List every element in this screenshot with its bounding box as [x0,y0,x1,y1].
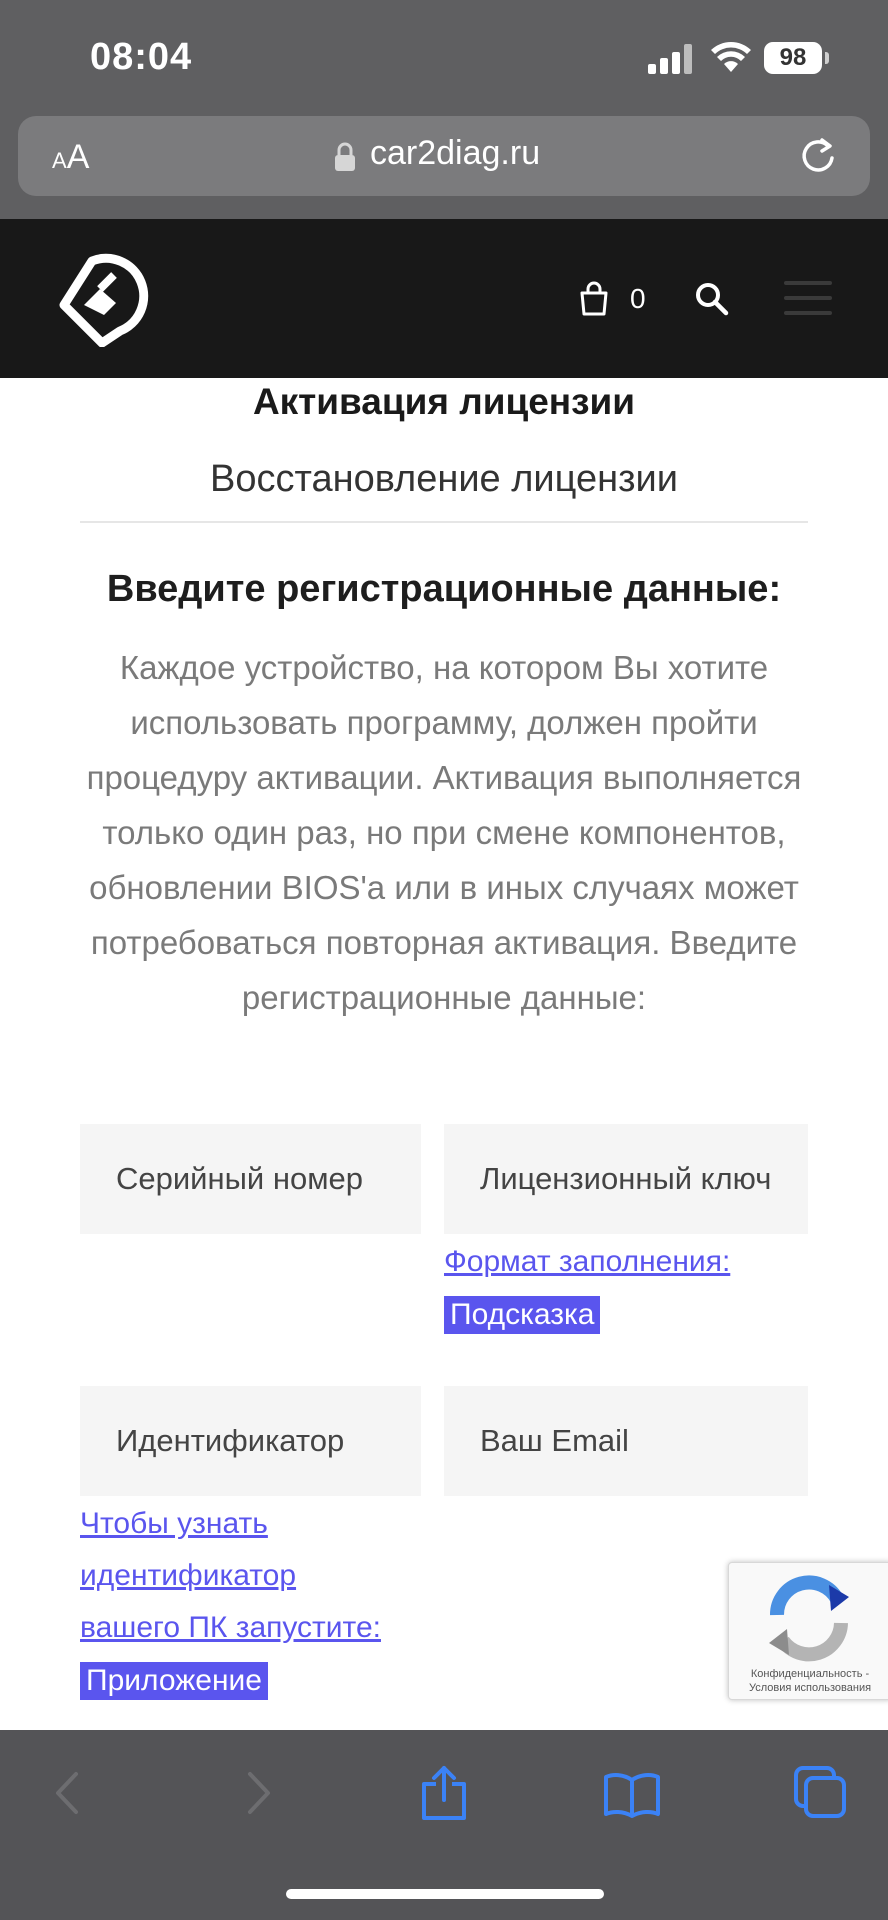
activation-description: Каждое устройство, на котором Вы хотите … [86,649,802,1016]
recaptcha-terms[interactable]: Условия использования [729,1681,888,1695]
hint-link[interactable]: Подсказка [444,1296,601,1334]
license-key-field[interactable]: Лицензионный ключ [444,1124,808,1234]
cart-icon[interactable] [578,281,610,317]
serial-number-field[interactable]: Серийный номер [80,1124,421,1234]
battery-icon: 98 [764,42,822,74]
tabs-icon[interactable] [794,1766,848,1818]
identifier-help-line3[interactable]: вашего ПК запустите: [80,1602,381,1654]
home-indicator [286,1889,604,1899]
text-size-button[interactable]: AA [52,138,89,177]
format-link[interactable]: Формат заполнения: [444,1236,730,1288]
url-text[interactable]: car2diag.ru [370,134,540,173]
identifier-help-line1[interactable]: Чтобы узнать [80,1498,268,1550]
site-header: 0 [0,219,888,378]
reload-icon[interactable] [798,136,838,176]
email-field[interactable]: Ваш Email [444,1386,808,1496]
share-icon[interactable] [420,1764,468,1822]
form-heading: Введите регистрационные данные: [106,568,782,610]
wifi-icon [711,42,751,72]
cellular-signal-icon [648,44,694,74]
recaptcha-links[interactable]: Конфиденциальность - Условия использован… [729,1667,888,1695]
identifier-field[interactable]: Идентификатор [80,1386,421,1496]
recaptcha-badge[interactable]: Конфиденциальность - Условия использован… [728,1562,888,1700]
forward-icon[interactable] [244,1770,274,1816]
search-icon[interactable] [694,281,730,317]
lock-icon [335,142,355,171]
identifier-help-line2[interactable]: идентификатор [80,1550,296,1602]
app-link[interactable]: Приложение [80,1662,268,1700]
recaptcha-privacy[interactable]: Конфиденциальность - [729,1667,888,1681]
bookmarks-icon[interactable] [603,1770,661,1818]
back-icon[interactable] [52,1770,82,1816]
recaptcha-icon [769,1575,849,1662]
browser-chrome: 08:04 98 AA car2diag.ru [0,0,888,219]
car2diag-logo[interactable] [54,253,152,347]
status-time: 08:04 [90,36,193,78]
menu-icon[interactable] [784,281,832,315]
tab-restore-license[interactable]: Восстановление лицензии [0,458,888,501]
address-bar[interactable]: AA car2diag.ru [18,116,870,196]
cart-count[interactable]: 0 [630,283,646,315]
page-title: Активация лицензии [252,381,636,422]
tab-divider [80,521,808,523]
battery-nub [825,52,829,64]
